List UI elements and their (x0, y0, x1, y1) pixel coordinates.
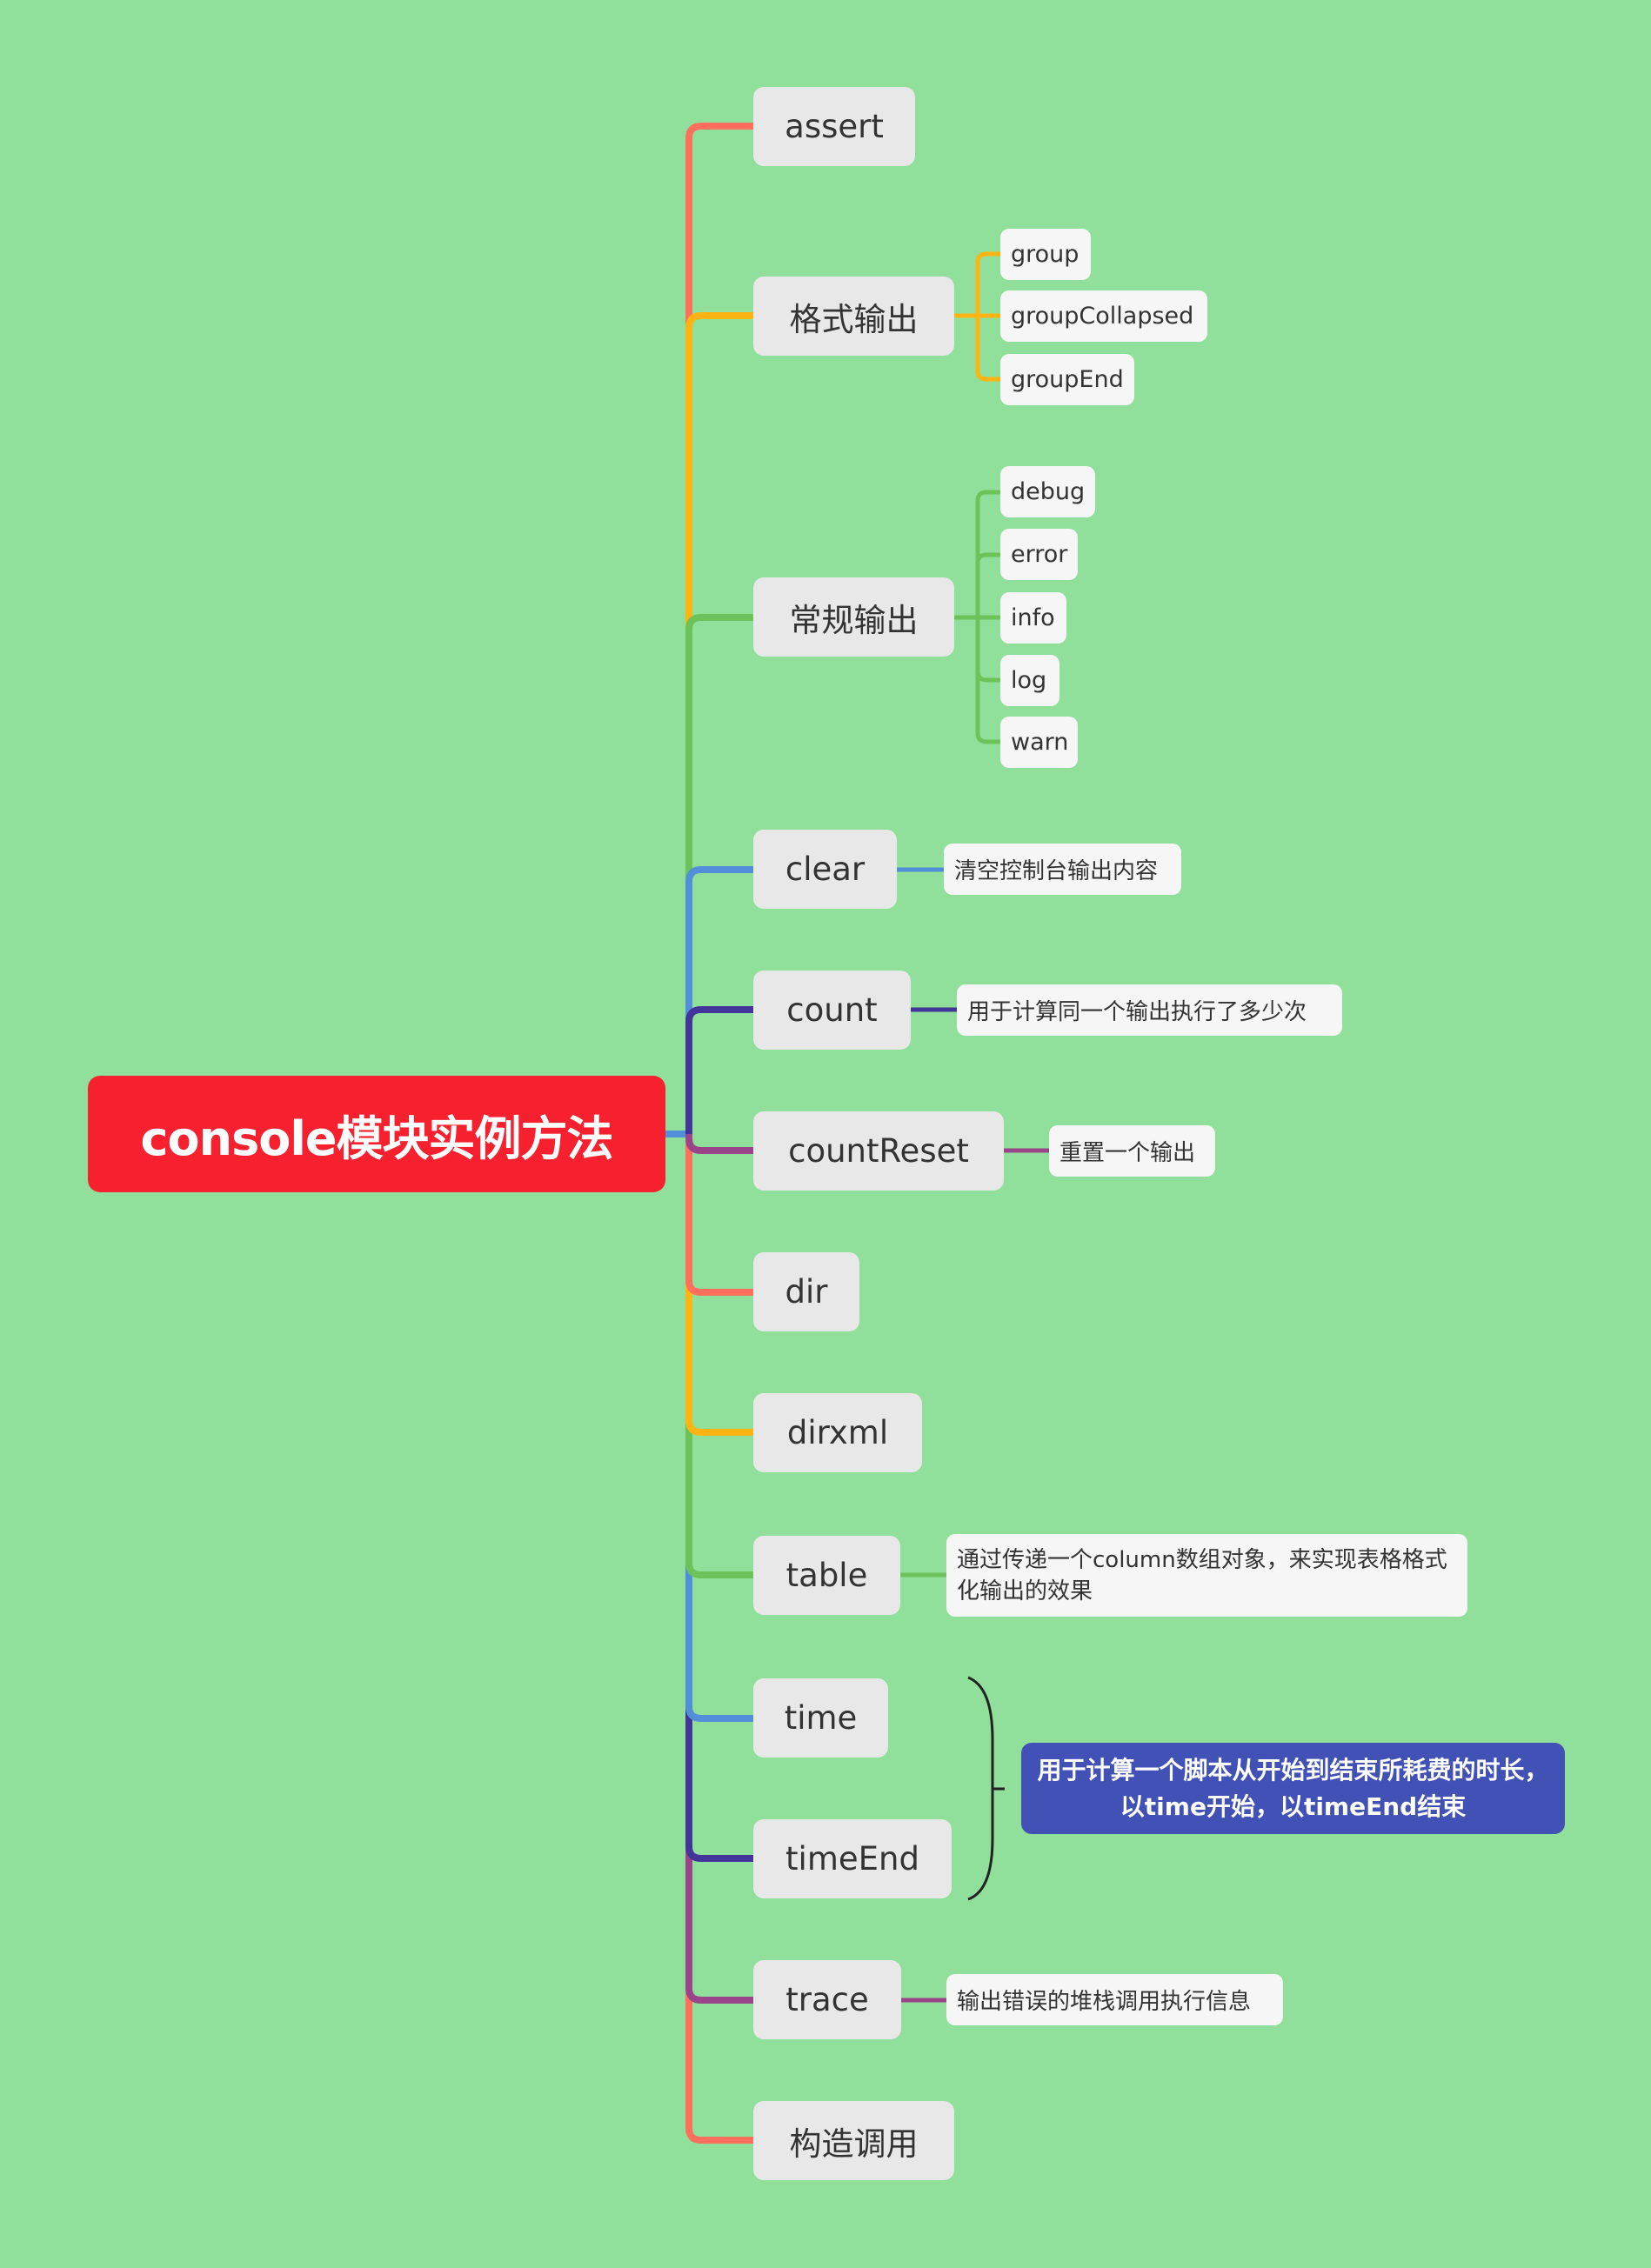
sub-branch-1-0 (975, 251, 1000, 316)
note-clear[interactable]: 清空控制台输出内容 (944, 844, 1181, 895)
branch-2 (685, 614, 753, 1134)
sub-branch-2-1 (975, 552, 1000, 617)
summary-time-timeEnd[interactable]: 用于计算一个脚本从开始到结束所耗费的时长，以time开始，以timeEnd结束 (1021, 1743, 1565, 1834)
topic-table[interactable]: table (753, 1536, 900, 1615)
branch-7 (685, 1134, 753, 1436)
branch-10 (685, 1134, 753, 1862)
topic-clear[interactable]: clear (753, 830, 897, 909)
topic-dirxml[interactable]: dirxml (753, 1393, 922, 1472)
branch-3 (685, 866, 753, 1134)
subtopic-error[interactable]: error (1000, 529, 1078, 580)
note-countReset[interactable]: 重置一个输出 (1049, 1125, 1215, 1177)
branch-6 (685, 1134, 753, 1296)
summary-brace (967, 1676, 1005, 1901)
branch-12 (685, 1134, 753, 2144)
root-topic[interactable]: console模块实例方法 (88, 1076, 665, 1192)
branch-11 (685, 1134, 753, 2004)
topic-time[interactable]: time (753, 1678, 888, 1758)
subtopic-debug[interactable]: debug (1000, 466, 1095, 517)
topic-countReset[interactable]: countReset (753, 1111, 1004, 1191)
note-table[interactable]: 通过传递一个column数组对象，来实现表格格式化输出的效果 (946, 1534, 1467, 1617)
note-count[interactable]: 用于计算同一个输出执行了多少次 (957, 984, 1342, 1036)
branch-9 (685, 1134, 753, 1722)
topic-count[interactable]: count (753, 971, 911, 1050)
topic-dir[interactable]: dir (753, 1252, 859, 1331)
sub-branch-1-2 (975, 316, 1000, 382)
branch-5 (685, 1134, 753, 1154)
topic-regular-output[interactable]: 常规输出 (753, 577, 954, 657)
subtopic-groupCollapsed[interactable]: groupCollapsed (1000, 290, 1207, 342)
subtopic-group[interactable]: group (1000, 229, 1091, 280)
subtopic-warn[interactable]: warn (1000, 717, 1078, 768)
branch-4 (685, 1006, 753, 1134)
subtopic-log[interactable]: log (1000, 655, 1059, 706)
topic-constructor-call[interactable]: 构造调用 (753, 2101, 954, 2180)
topic-assert[interactable]: assert (753, 87, 915, 166)
sub-branch-2-3 (975, 617, 1000, 683)
note-trace[interactable]: 输出错误的堆栈调用执行信息 (946, 1974, 1283, 2025)
topic-timeEnd[interactable]: timeEnd (753, 1819, 952, 1898)
branch-8 (685, 1134, 753, 1578)
branch-0 (685, 123, 753, 1134)
topic-trace[interactable]: trace (753, 1960, 901, 2039)
subtopic-groupEnd[interactable]: groupEnd (1000, 354, 1134, 405)
topic-format-output[interactable]: 格式输出 (753, 277, 954, 356)
subtopic-info[interactable]: info (1000, 592, 1066, 644)
